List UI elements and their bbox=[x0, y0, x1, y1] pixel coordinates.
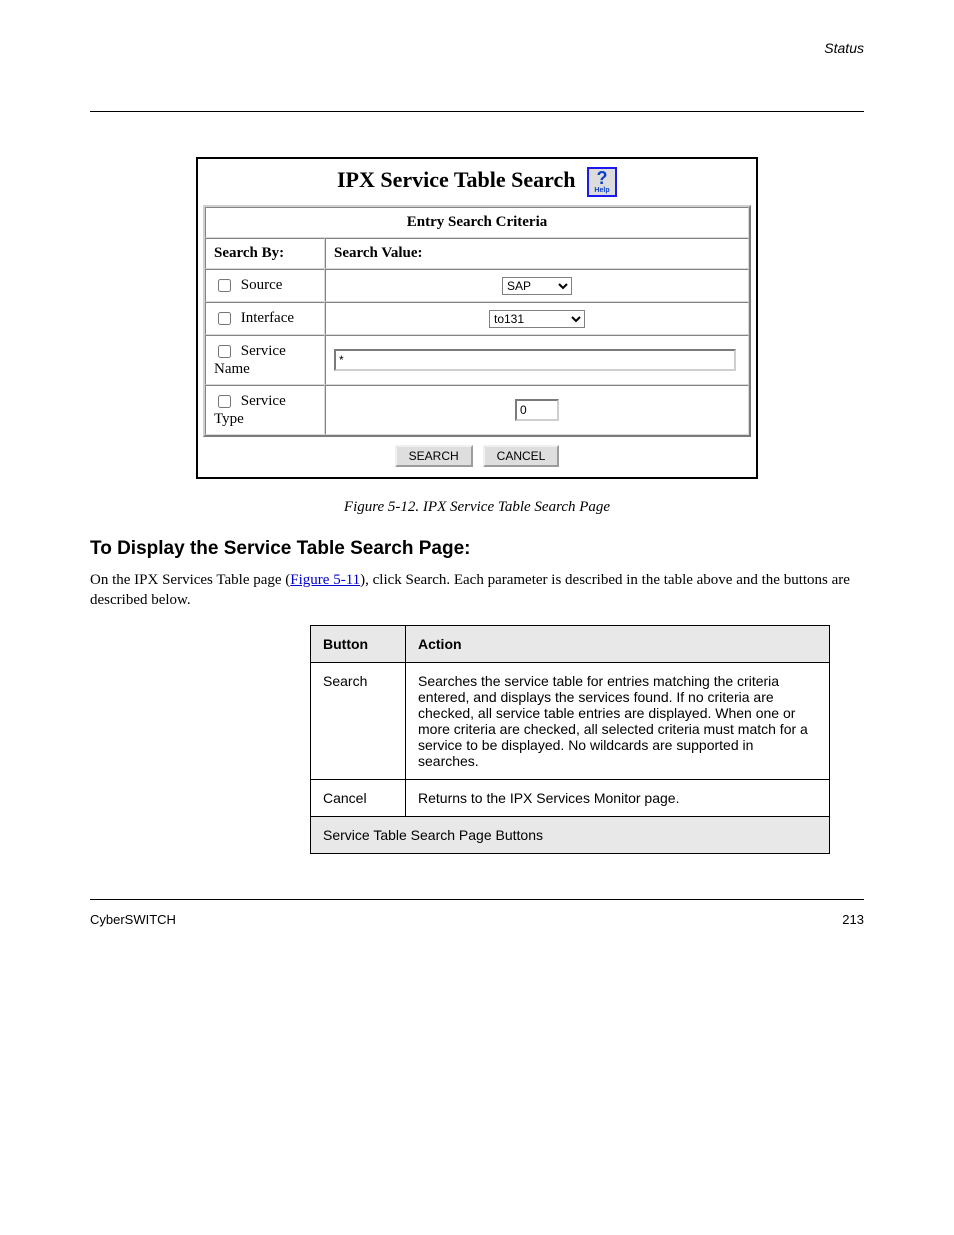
question-mark-icon: ? bbox=[589, 170, 615, 186]
row-service-name: Service Name bbox=[205, 335, 749, 385]
figure-title: IPX Service Table Search bbox=[337, 167, 576, 192]
tbl-r1-action: Searches the service table for entries m… bbox=[406, 662, 830, 779]
search-value-header: Search Value: bbox=[325, 238, 749, 269]
top-horizontal-rule bbox=[90, 111, 864, 112]
bottom-horizontal-rule bbox=[90, 899, 864, 900]
service-name-checkbox[interactable] bbox=[218, 345, 231, 358]
tbl-r2-action: Returns to the IPX Services Monitor page… bbox=[406, 779, 830, 816]
footer-page-number: 213 bbox=[842, 912, 864, 927]
section-paragraph: On the IPX Services Table page (Figure 5… bbox=[90, 570, 864, 611]
criteria-header: Entry Search Criteria bbox=[205, 207, 749, 238]
interface-label: Interface bbox=[241, 310, 294, 326]
figure-panel: IPX Service Table Search ? Help Entry Se… bbox=[196, 157, 758, 479]
cancel-button[interactable]: CANCEL bbox=[483, 445, 560, 467]
figure-caption: Figure 5-12. IPX Service Table Search Pa… bbox=[90, 499, 864, 516]
row-source: Source SAP bbox=[205, 269, 749, 302]
interface-select[interactable]: to131 bbox=[489, 310, 585, 328]
source-checkbox[interactable] bbox=[218, 279, 231, 292]
tbl-r2-button: Cancel bbox=[311, 779, 406, 816]
tbl-header-button: Button bbox=[311, 625, 406, 662]
source-select[interactable]: SAP bbox=[502, 277, 572, 295]
page-footer: CyberSWITCH 213 bbox=[90, 912, 864, 927]
search-criteria-table: Entry Search Criteria Search By: Search … bbox=[203, 205, 751, 437]
section-title: To Display the Service Table Search Page… bbox=[90, 538, 864, 560]
table-row: Search Searches the service table for en… bbox=[311, 662, 830, 779]
tbl-footer: Service Table Search Page Buttons bbox=[311, 816, 830, 853]
interface-checkbox[interactable] bbox=[218, 312, 231, 325]
figure-link[interactable]: Figure 5-11 bbox=[290, 572, 360, 588]
para-text-pre: On the IPX Services Table page ( bbox=[90, 572, 290, 588]
footer-left: CyberSWITCH bbox=[90, 912, 176, 927]
search-button[interactable]: SEARCH bbox=[395, 445, 473, 467]
button-row: SEARCH CANCEL bbox=[198, 437, 756, 477]
service-type-input[interactable] bbox=[515, 399, 559, 421]
source-label: Source bbox=[241, 277, 283, 293]
help-icon[interactable]: ? Help bbox=[587, 167, 617, 197]
search-by-header: Search By: bbox=[205, 238, 325, 269]
help-icon-label: Help bbox=[589, 187, 615, 194]
service-type-checkbox[interactable] bbox=[218, 395, 231, 408]
figure-title-row: IPX Service Table Search ? Help bbox=[198, 159, 756, 203]
header-right: Status bbox=[90, 40, 864, 56]
buttons-description-table: Button Action Search Searches the servic… bbox=[310, 625, 830, 854]
tbl-r1-button: Search bbox=[311, 662, 406, 779]
tbl-header-action: Action bbox=[406, 625, 830, 662]
service-name-input[interactable] bbox=[334, 349, 736, 371]
row-interface: Interface to131 bbox=[205, 302, 749, 335]
row-service-type: Service Type bbox=[205, 385, 749, 435]
table-row: Cancel Returns to the IPX Services Monit… bbox=[311, 779, 830, 816]
